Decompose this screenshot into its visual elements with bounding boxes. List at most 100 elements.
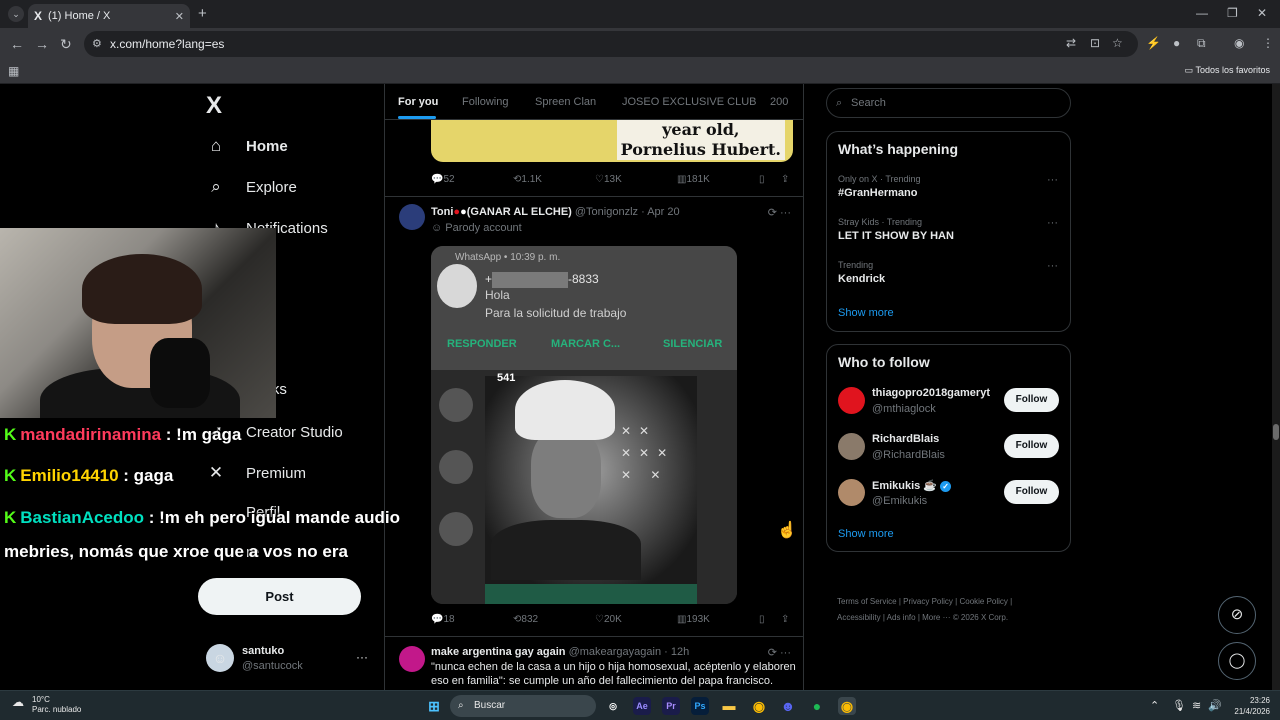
tab-search-icon[interactable]: ⌄ (8, 6, 24, 22)
volume-icon[interactable]: 🔊 (1208, 699, 1222, 712)
show-more-link[interactable]: Show more (838, 528, 894, 540)
tray-chevron-icon[interactable]: ⌃ (1150, 699, 1159, 712)
trend-name[interactable]: #GranHermano (838, 187, 917, 199)
repost-button[interactable]: ⟲ 1.1K (513, 174, 542, 185)
trend-name[interactable]: LET IT SHOW BY HAN (838, 230, 954, 242)
minimize-icon[interactable]: — (1196, 6, 1208, 20)
bookmark-icon[interactable]: ▯ (759, 174, 765, 185)
avatar[interactable] (838, 433, 865, 460)
follow-button[interactable]: Follow (1004, 434, 1059, 458)
follow-button[interactable]: Follow (1004, 480, 1059, 504)
ads-info-link[interactable]: Ads info (887, 613, 916, 622)
microphone-icon[interactable]: 🎙 (1172, 699, 1186, 712)
chrome-icon[interactable]: ◉ (750, 697, 768, 715)
more-link[interactable]: More ··· (922, 613, 950, 622)
tab-for-you[interactable]: For you (398, 96, 438, 108)
chrome-active-icon[interactable]: ◉ (838, 697, 856, 715)
browser-tab[interactable]: X (1) Home / X ✕ (28, 4, 190, 28)
extension-red-icon[interactable]: ● (1173, 36, 1180, 50)
avatar[interactable] (838, 387, 865, 414)
trend-context: Only on X · Trending (838, 174, 921, 184)
clock[interactable]: 23:26 21/4/2026 (1222, 695, 1270, 717)
weather-widget[interactable]: ☁ 10°C Parc. nublado (12, 695, 81, 715)
terms-link[interactable]: Terms of Service (837, 597, 897, 606)
show-more-link[interactable]: Show more (838, 307, 894, 319)
premiere-icon[interactable]: Pr (662, 697, 680, 715)
translate-icon[interactable]: ⇄ (1066, 36, 1076, 50)
reply-button[interactable]: 💬 18 (431, 614, 455, 625)
divider (385, 196, 803, 197)
puzzle-icon[interactable]: ⧉ (1197, 36, 1206, 51)
messages-icon[interactable]: ◯ (1218, 642, 1256, 680)
views-button[interactable]: ▥ 181K (677, 174, 710, 185)
profile-avatar[interactable]: ◉ (1234, 36, 1244, 50)
account-switcher[interactable]: ☺ santuko @santucock ··· (206, 642, 376, 674)
url-input[interactable]: ⚙ x.com/home?lang=es (84, 31, 1138, 57)
follow-button[interactable]: Follow (1004, 388, 1059, 412)
cookie-link[interactable]: Cookie Policy (959, 597, 1007, 606)
search-input[interactable]: ⌕ Search (826, 88, 1071, 118)
menu-icon[interactable]: ⋮ (1262, 36, 1274, 50)
file-explorer-icon[interactable]: ▬ (720, 697, 738, 715)
tweet-more-icon[interactable]: ⟳ ··· (768, 206, 791, 219)
like-button[interactable]: ♡ 13K (595, 174, 622, 185)
back-icon[interactable]: ← (10, 36, 24, 52)
close-window-icon[interactable]: ✕ (1257, 6, 1267, 20)
x-logo[interactable]: X (206, 92, 222, 120)
tweet-author[interactable]: Toni●●(GANAR AL ELCHE) @Tonigonzlz · Apr… (431, 206, 680, 218)
tab-200[interactable]: 200 (770, 96, 788, 108)
tweet-more-icon[interactable]: ⟳ ··· (768, 646, 791, 659)
repost-button[interactable]: ⟲ 832 (513, 614, 538, 625)
avatar[interactable] (838, 479, 865, 506)
all-bookmarks-button[interactable]: ▭ Todos los favoritos (1185, 65, 1270, 76)
wifi-icon[interactable]: ≋ (1192, 699, 1201, 712)
tab-joseo-exclusive-club[interactable]: JOSEO EXCLUSIVE CLUB (622, 96, 757, 108)
extension-icon[interactable]: ⚡ (1146, 36, 1161, 50)
obs-icon[interactable]: ◎ (604, 697, 622, 715)
more-dots-icon[interactable]: ··· (1047, 217, 1058, 229)
views-button[interactable]: ▥ 193K (677, 614, 710, 625)
windows-start-icon[interactable]: ⊞ (425, 697, 443, 715)
tab-following[interactable]: Following (462, 96, 508, 108)
tab-spreen-clan[interactable]: Spreen Clan (535, 96, 596, 108)
reply-button[interactable]: 💬 52 (431, 174, 455, 185)
after-effects-icon[interactable]: Ae (633, 697, 651, 715)
follow-name[interactable]: RichardBlais (872, 433, 939, 445)
spotify-icon[interactable]: ● (808, 697, 826, 715)
nav-explore[interactable]: ⌕ Explore (206, 177, 297, 197)
like-button[interactable]: ♡ 20K (595, 614, 622, 625)
bookmark-star-icon[interactable]: ☆ (1112, 36, 1123, 50)
scrollbar[interactable] (1272, 84, 1280, 690)
follow-name[interactable]: thiagopro2018gameryt (872, 387, 990, 399)
nav-premium[interactable]: ✕ Premium (206, 463, 306, 483)
new-tab-icon[interactable]: + (198, 5, 207, 22)
follow-name[interactable]: Emikukis ☕ ✓ (872, 479, 952, 492)
close-tab-icon[interactable]: ✕ (175, 10, 184, 23)
restore-icon[interactable]: ❐ (1227, 6, 1238, 20)
share-icon[interactable]: ⇪ (781, 174, 789, 185)
photoshop-icon[interactable]: Ps (691, 697, 709, 715)
trend-name[interactable]: Kendrick (838, 273, 885, 285)
bookmark-icon[interactable]: ▯ (759, 614, 765, 625)
post-button[interactable]: Post (198, 578, 361, 615)
taskbar-search[interactable]: ⌕ Buscar (450, 695, 596, 717)
avatar[interactable] (399, 204, 425, 230)
nav-home[interactable]: ⌂ Home (206, 136, 288, 156)
install-icon[interactable]: ⊡ (1090, 36, 1100, 50)
discord-icon[interactable]: ☻ (779, 697, 797, 715)
more-dots-icon[interactable]: ··· (1047, 174, 1058, 186)
grok-icon[interactable]: ⊘ (1218, 596, 1256, 634)
apps-grid-icon[interactable]: ▦ (8, 64, 19, 78)
avatar[interactable] (399, 646, 425, 672)
tweet-media[interactable]: year old, Pornelius Hubert. (431, 120, 793, 162)
site-info-icon[interactable]: ⚙ (92, 31, 102, 57)
reload-icon[interactable]: ↻ (60, 36, 72, 53)
share-icon[interactable]: ⇪ (781, 614, 789, 625)
more-dots-icon[interactable]: ··· (1047, 260, 1058, 272)
forward-icon[interactable]: → (35, 36, 49, 52)
scrollbar-thumb[interactable] (1273, 424, 1279, 440)
privacy-link[interactable]: Privacy Policy (903, 597, 953, 606)
accessibility-link[interactable]: Accessibility (837, 613, 881, 622)
tweet-author[interactable]: make argentina gay again @makeargayagain… (431, 646, 689, 658)
tweet-media[interactable]: WhatsApp • 10:39 p. m. + -8833 Hola Para … (431, 246, 737, 604)
